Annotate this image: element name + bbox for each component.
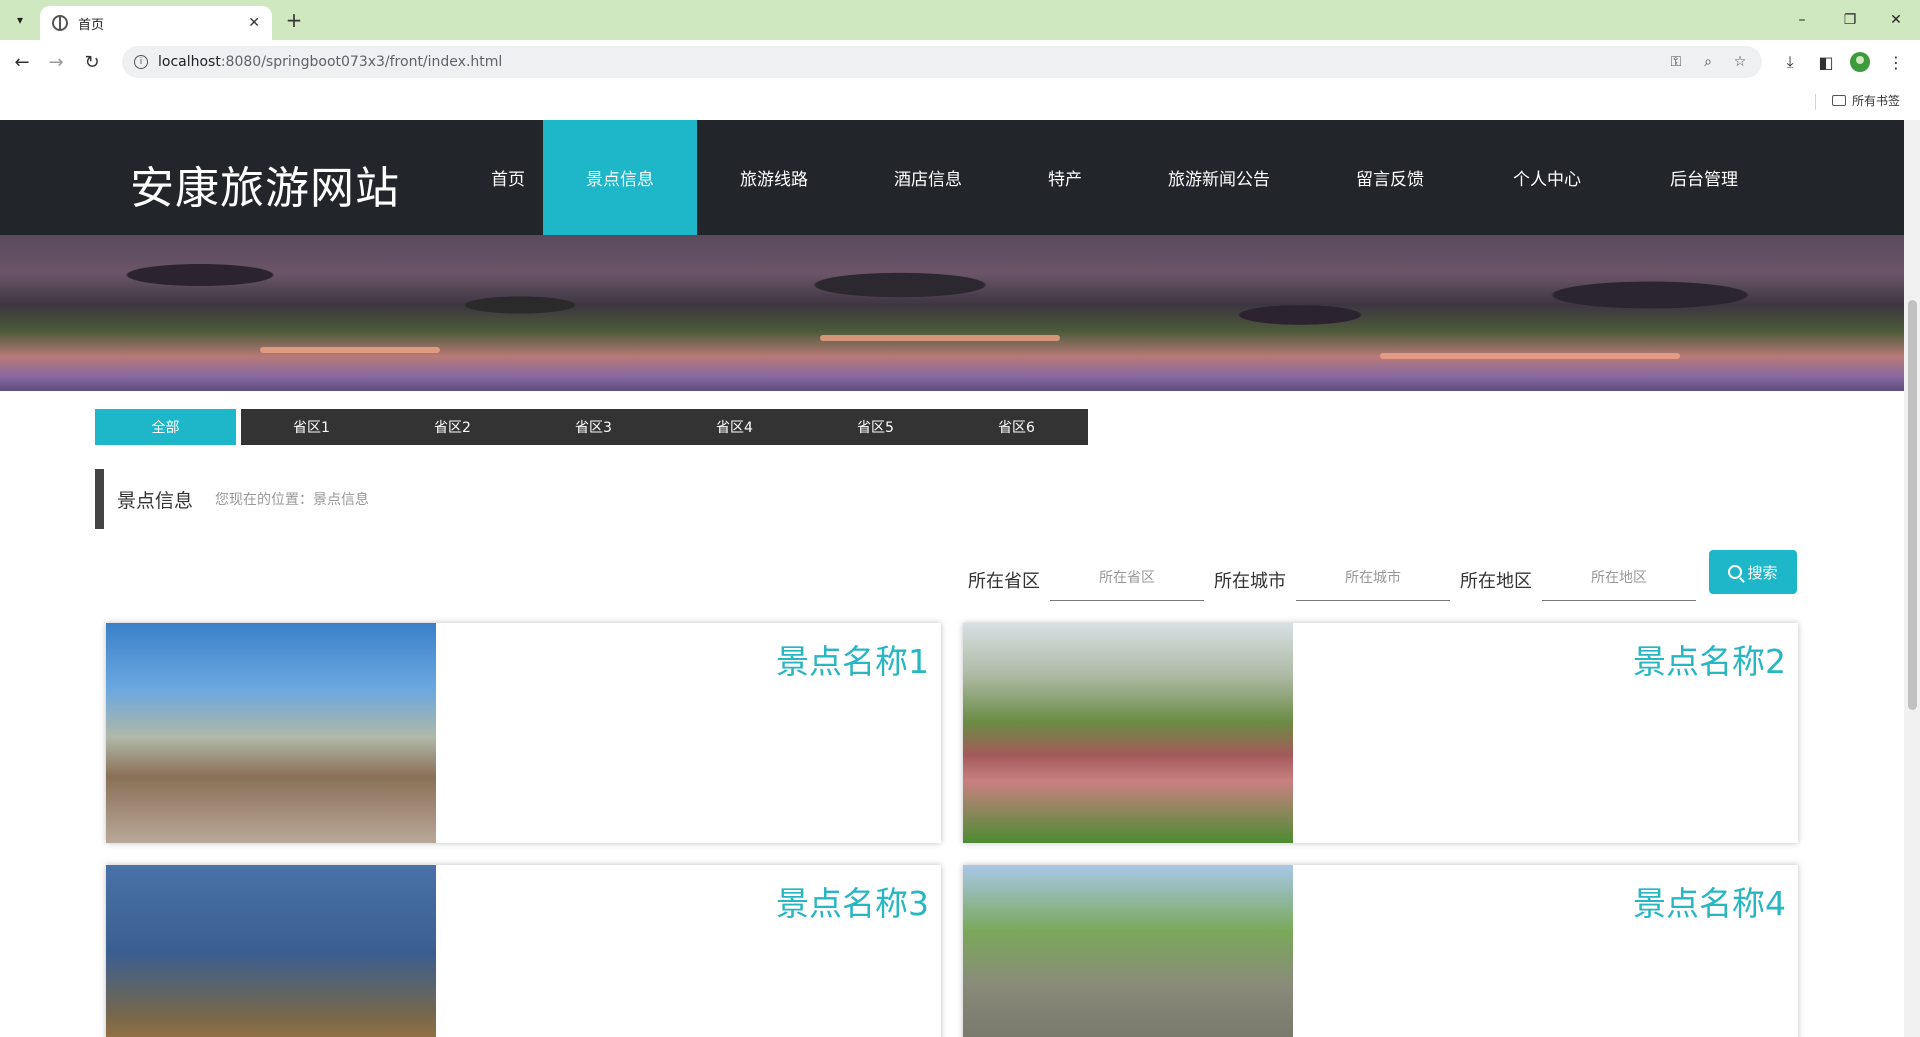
- search-form: 所在省区 所在城市 所在地区 搜索: [0, 550, 1904, 615]
- section-title: 景点信息 您现在的位置：景点信息: [95, 469, 369, 529]
- search-button-label: 搜索: [1747, 563, 1778, 582]
- reload-icon[interactable]: ↻: [80, 50, 104, 74]
- nav-item-feedback[interactable]: 留言反馈: [1313, 120, 1467, 235]
- close-icon[interactable]: ✕: [248, 15, 260, 31]
- url-host: localhost: [158, 54, 221, 70]
- site-info-icon[interactable]: i: [134, 55, 148, 69]
- province-filter-tabs: 全部 省区1 省区2 省区3 省区4 省区5 省区6: [95, 409, 1088, 445]
- all-bookmarks-label: 所有书签: [1852, 94, 1901, 108]
- window-close-icon[interactable]: ✕: [1876, 8, 1916, 32]
- filter-tab-province-6[interactable]: 省区6: [946, 409, 1087, 445]
- address-bar[interactable]: i localhost:8080/springboot073x3/front/i…: [122, 46, 1762, 78]
- nav-item-admin[interactable]: 后台管理: [1627, 120, 1781, 235]
- filter-tab-province-5[interactable]: 省区5: [805, 409, 946, 445]
- new-tab-plus-icon[interactable]: +: [282, 8, 306, 32]
- url-text[interactable]: localhost:8080/springboot073x3/front/ind…: [158, 54, 1654, 70]
- scrollbar-thumb[interactable]: [1908, 300, 1917, 710]
- tab-search-chevron-icon[interactable]: ▾: [8, 8, 32, 32]
- site-logo[interactable]: 安康旅游网站: [130, 152, 400, 216]
- breadcrumb: 您现在的位置：景点信息: [215, 492, 370, 508]
- attraction-card[interactable]: 景点名称2: [963, 623, 1798, 843]
- attraction-card[interactable]: 景点名称3: [106, 865, 941, 1037]
- hero-banner-image: [0, 235, 1904, 391]
- bookmarks-bar: 所有书签: [0, 84, 1920, 120]
- more-menu-icon[interactable]: ⋮: [1884, 50, 1908, 74]
- banner-decoration: [260, 347, 440, 353]
- attraction-image[interactable]: [963, 623, 1293, 843]
- minimize-icon[interactable]: –: [1782, 8, 1822, 32]
- city-input[interactable]: [1296, 555, 1450, 601]
- url-path: :8080/springboot073x3/front/index.html: [220, 54, 503, 70]
- side-panel-icon[interactable]: ◧: [1814, 50, 1838, 74]
- filter-tab-province-1[interactable]: 省区1: [241, 409, 382, 445]
- filter-tab-all[interactable]: 全部: [95, 409, 236, 445]
- nav-item-hotels[interactable]: 酒店信息: [851, 120, 1005, 235]
- province-label: 所在省区: [968, 571, 1040, 592]
- browser-tab-strip: ▾ 首页 ✕ + – ❐ ✕: [0, 0, 1920, 40]
- attraction-image[interactable]: [106, 865, 436, 1037]
- attraction-image[interactable]: [106, 623, 436, 843]
- globe-icon: [52, 15, 68, 31]
- restore-icon[interactable]: ❐: [1830, 8, 1870, 32]
- attraction-title[interactable]: 景点名称4: [1633, 877, 1786, 925]
- password-key-icon[interactable]: ⚿: [1666, 52, 1686, 72]
- attraction-card[interactable]: 景点名称4: [963, 865, 1798, 1037]
- page-title: 景点信息: [117, 489, 194, 512]
- search-button[interactable]: 搜索: [1709, 550, 1797, 594]
- forward-arrow-icon[interactable]: →: [44, 50, 68, 74]
- province-input[interactable]: [1050, 555, 1204, 601]
- nav-item-personal[interactable]: 个人中心: [1467, 120, 1627, 235]
- attraction-title[interactable]: 景点名称3: [776, 877, 929, 925]
- bookmark-star-icon[interactable]: ☆: [1730, 52, 1750, 72]
- filter-tab-province-2[interactable]: 省区2: [382, 409, 523, 445]
- district-label: 所在地区: [1460, 571, 1532, 592]
- attraction-title[interactable]: 景点名称1: [776, 635, 929, 683]
- filter-tab-province-4[interactable]: 省区4: [664, 409, 805, 445]
- site-header: 安康旅游网站 首页 景点信息 旅游线路 酒店信息 特产 旅游新闻公告 留言反馈 …: [0, 120, 1904, 235]
- folder-icon: [1832, 95, 1846, 106]
- bookmarks-divider: [1815, 94, 1816, 110]
- browser-toolbar: ← → ↻ i localhost:8080/springboot073x3/f…: [0, 40, 1920, 84]
- download-icon[interactable]: ⤓: [1778, 50, 1802, 74]
- search-icon: [1728, 565, 1743, 579]
- tab-title: 首页: [78, 17, 105, 33]
- attraction-title[interactable]: 景点名称2: [1633, 635, 1786, 683]
- nav-item-news[interactable]: 旅游新闻公告: [1125, 120, 1313, 235]
- browser-tab[interactable]: 首页 ✕: [40, 6, 272, 40]
- zoom-icon[interactable]: ⌕: [1698, 52, 1718, 72]
- nav-item-specialties[interactable]: 特产: [1005, 120, 1125, 235]
- nav-item-attractions[interactable]: 景点信息: [543, 120, 697, 235]
- banner-decoration: [820, 335, 1060, 341]
- back-arrow-icon[interactable]: ←: [10, 50, 34, 74]
- all-bookmarks-button[interactable]: 所有书签: [1832, 92, 1900, 109]
- avatar-icon: [1850, 52, 1870, 72]
- filter-tab-province-3[interactable]: 省区3: [523, 409, 664, 445]
- attraction-card[interactable]: 景点名称1: [106, 623, 941, 843]
- attraction-image[interactable]: [963, 865, 1293, 1037]
- nav-item-routes[interactable]: 旅游线路: [697, 120, 851, 235]
- banner-decoration: [1380, 353, 1680, 359]
- district-input[interactable]: [1542, 555, 1696, 601]
- profile-avatar[interactable]: [1848, 50, 1872, 74]
- page-scrollbar[interactable]: [1904, 120, 1920, 1037]
- city-label: 所在城市: [1214, 571, 1286, 592]
- page-viewport: 安康旅游网站 首页 景点信息 旅游线路 酒店信息 特产 旅游新闻公告 留言反馈 …: [0, 120, 1904, 1037]
